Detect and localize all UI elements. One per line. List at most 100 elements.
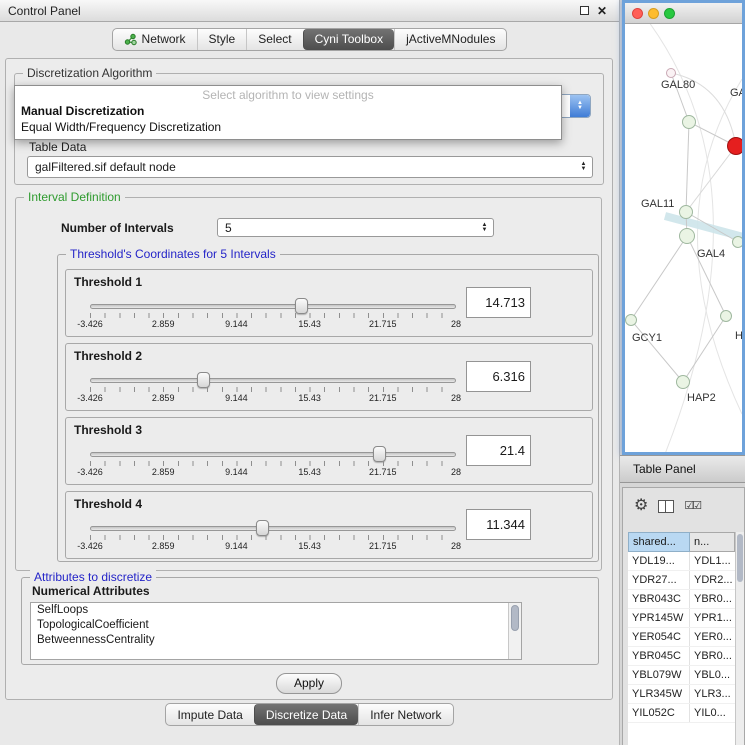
table-row[interactable]: YDR27...YDR2... — [628, 571, 735, 590]
table-row[interactable]: YBR043CYBR0... — [628, 590, 735, 609]
table-cell[interactable]: YBR045C — [628, 647, 690, 665]
slider-track[interactable] — [90, 378, 456, 383]
network-node[interactable] — [732, 236, 742, 248]
threshold-4-value-box[interactable]: 11.344 — [466, 509, 531, 540]
select-columns-icon[interactable]: ☑☑ — [684, 501, 700, 512]
tab-jactivemnodules[interactable]: jActiveMNodules — [394, 29, 506, 50]
dropdown-option-manual-discretization[interactable]: Manual Discretization — [15, 103, 561, 119]
table-cell[interactable]: YDL19... — [628, 552, 690, 570]
slider-thumb[interactable] — [197, 372, 210, 388]
tab-network[interactable]: Network — [113, 29, 197, 50]
table-row[interactable]: YBR045CYBR0... — [628, 647, 735, 666]
table-cell[interactable]: YBR0... — [690, 647, 735, 665]
network-node[interactable] — [720, 310, 732, 322]
network-node[interactable] — [679, 228, 695, 244]
slider-ticks — [90, 313, 456, 318]
threshold-3-value-box[interactable]: 21.4 — [466, 435, 531, 466]
table-cell[interactable]: YER054C — [628, 628, 690, 646]
slider-thumb[interactable] — [256, 520, 269, 536]
attributes-list-scrollbar[interactable] — [508, 603, 521, 659]
threshold-2-value-box[interactable]: 6.316 — [466, 361, 531, 392]
network-node[interactable] — [676, 375, 690, 389]
columns-icon[interactable] — [658, 500, 674, 513]
table-cell[interactable]: YIL0... — [690, 704, 735, 722]
table-data-combobox[interactable]: galFiltered.sif default node ▲▼ — [27, 156, 593, 178]
table-cell[interactable]: YDL1... — [690, 552, 735, 570]
network-node-label: GCY1 — [632, 332, 662, 344]
tab-discretize-data[interactable]: Discretize Data — [254, 704, 358, 725]
network-node[interactable] — [682, 115, 696, 129]
table-cell[interactable]: YPR1... — [690, 609, 735, 627]
column-header-shared[interactable]: shared... — [628, 532, 690, 552]
tab-select[interactable]: Select — [246, 29, 302, 50]
table-row[interactable]: YPR145WYPR1... — [628, 609, 735, 628]
slider-track[interactable] — [90, 304, 456, 309]
combobox-arrows-icon[interactable]: ▲▼ — [577, 162, 592, 172]
table-row[interactable]: YLR345WYLR3... — [628, 685, 735, 704]
table-cell[interactable]: YBL079W — [628, 666, 690, 684]
slider-thumb[interactable] — [373, 446, 386, 462]
table-cell[interactable]: YBR0... — [690, 590, 735, 608]
network-node-label: GAL80 — [661, 79, 695, 91]
table-cell[interactable]: YER0... — [690, 628, 735, 646]
network-node[interactable] — [679, 205, 693, 219]
slider-track[interactable] — [90, 526, 456, 531]
apply-button[interactable]: Apply — [276, 673, 342, 694]
thresholds-title: Threshold's Coordinates for 5 Intervals — [66, 247, 280, 261]
tab-impute-data[interactable]: Impute Data — [166, 704, 253, 725]
table-cell[interactable]: YDR27... — [628, 571, 690, 589]
close-traffic-light-icon[interactable] — [632, 8, 643, 19]
zoom-traffic-light-icon[interactable] — [664, 8, 675, 19]
network-node[interactable] — [727, 137, 742, 155]
slider-track[interactable] — [90, 452, 456, 457]
scrollbar-thumb[interactable] — [511, 605, 519, 631]
numerical-attributes-list[interactable]: SelfLoopsTopologicalCoefficientBetweenne… — [30, 602, 522, 660]
network-canvas[interactable]: GAL80GAGAL11GAL4GCY1HHAP2 — [625, 24, 742, 452]
attribute-item[interactable]: BetweennessCentrality — [31, 633, 521, 648]
scale-label: 15.43 — [298, 319, 321, 329]
scale-label: 2.859 — [152, 319, 175, 329]
table-toolbar: ⚙ ☑☑ — [623, 488, 744, 524]
panel-title: Control Panel — [8, 4, 575, 18]
tab-cyni-toolbox[interactable]: Cyni Toolbox — [303, 29, 394, 50]
network-icon — [124, 33, 137, 46]
close-panel-button[interactable]: ✕ — [593, 4, 611, 18]
table-row[interactable]: YDL19...YDL1... — [628, 552, 735, 571]
tab-infer-network[interactable]: Infer Network — [358, 704, 452, 725]
scale-label: 2.859 — [152, 467, 175, 477]
tab-style[interactable]: Style — [197, 29, 247, 50]
table-cell[interactable]: YLR345W — [628, 685, 690, 703]
table-cell[interactable]: YIL052C — [628, 704, 690, 722]
attribute-item[interactable]: SelfLoops — [31, 603, 521, 618]
scrollbar-thumb[interactable] — [737, 534, 743, 582]
threshold-2-slider[interactable]: -3.426 2.859 9.144 15.43 21.715 28 — [90, 370, 456, 410]
threshold-3-slider[interactable]: -3.426 2.859 9.144 15.43 21.715 28 — [90, 444, 456, 484]
table-row[interactable]: YIL052CYIL0... — [628, 704, 735, 723]
table-row[interactable]: YBL079WYBL0... — [628, 666, 735, 685]
column-header-name[interactable]: n... — [690, 532, 735, 552]
threshold-4-slider[interactable]: -3.426 2.859 9.144 15.43 21.715 28 — [90, 518, 456, 558]
combobox-stepper-icon[interactable]: ▲▼ — [570, 95, 590, 117]
table-cell[interactable]: YBL0... — [690, 666, 735, 684]
slider-thumb[interactable] — [295, 298, 308, 314]
threshold-1-slider[interactable]: -3.426 2.859 9.144 15.43 21.715 28 — [90, 296, 456, 336]
table-row[interactable]: YER054CYER0... — [628, 628, 735, 647]
minimize-traffic-light-icon[interactable] — [648, 8, 659, 19]
threshold-4-label: Threshold 4 — [74, 497, 142, 511]
table-cell[interactable]: YBR043C — [628, 590, 690, 608]
table-panel-title: Table Panel — [633, 462, 696, 476]
number-of-intervals-combobox[interactable]: 5 ▲▼ — [217, 218, 494, 237]
threshold-1-value-box[interactable]: 14.713 — [466, 287, 531, 318]
network-node[interactable] — [666, 68, 676, 78]
table-cell[interactable]: YPR145W — [628, 609, 690, 627]
table-cell[interactable]: YDR2... — [690, 571, 735, 589]
table-scrollbar[interactable] — [735, 532, 744, 745]
network-node-label: GAL4 — [697, 248, 725, 260]
combobox-arrows-icon[interactable]: ▲▼ — [478, 223, 493, 233]
table-cell[interactable]: YLR3... — [690, 685, 735, 703]
network-node[interactable] — [625, 314, 637, 326]
dropdown-option-equal-width-frequency[interactable]: Equal Width/Frequency Discretization — [15, 119, 561, 135]
float-window-button[interactable] — [575, 4, 593, 18]
attribute-item[interactable]: TopologicalCoefficient — [31, 618, 521, 633]
gear-icon[interactable]: ⚙ — [634, 498, 648, 514]
